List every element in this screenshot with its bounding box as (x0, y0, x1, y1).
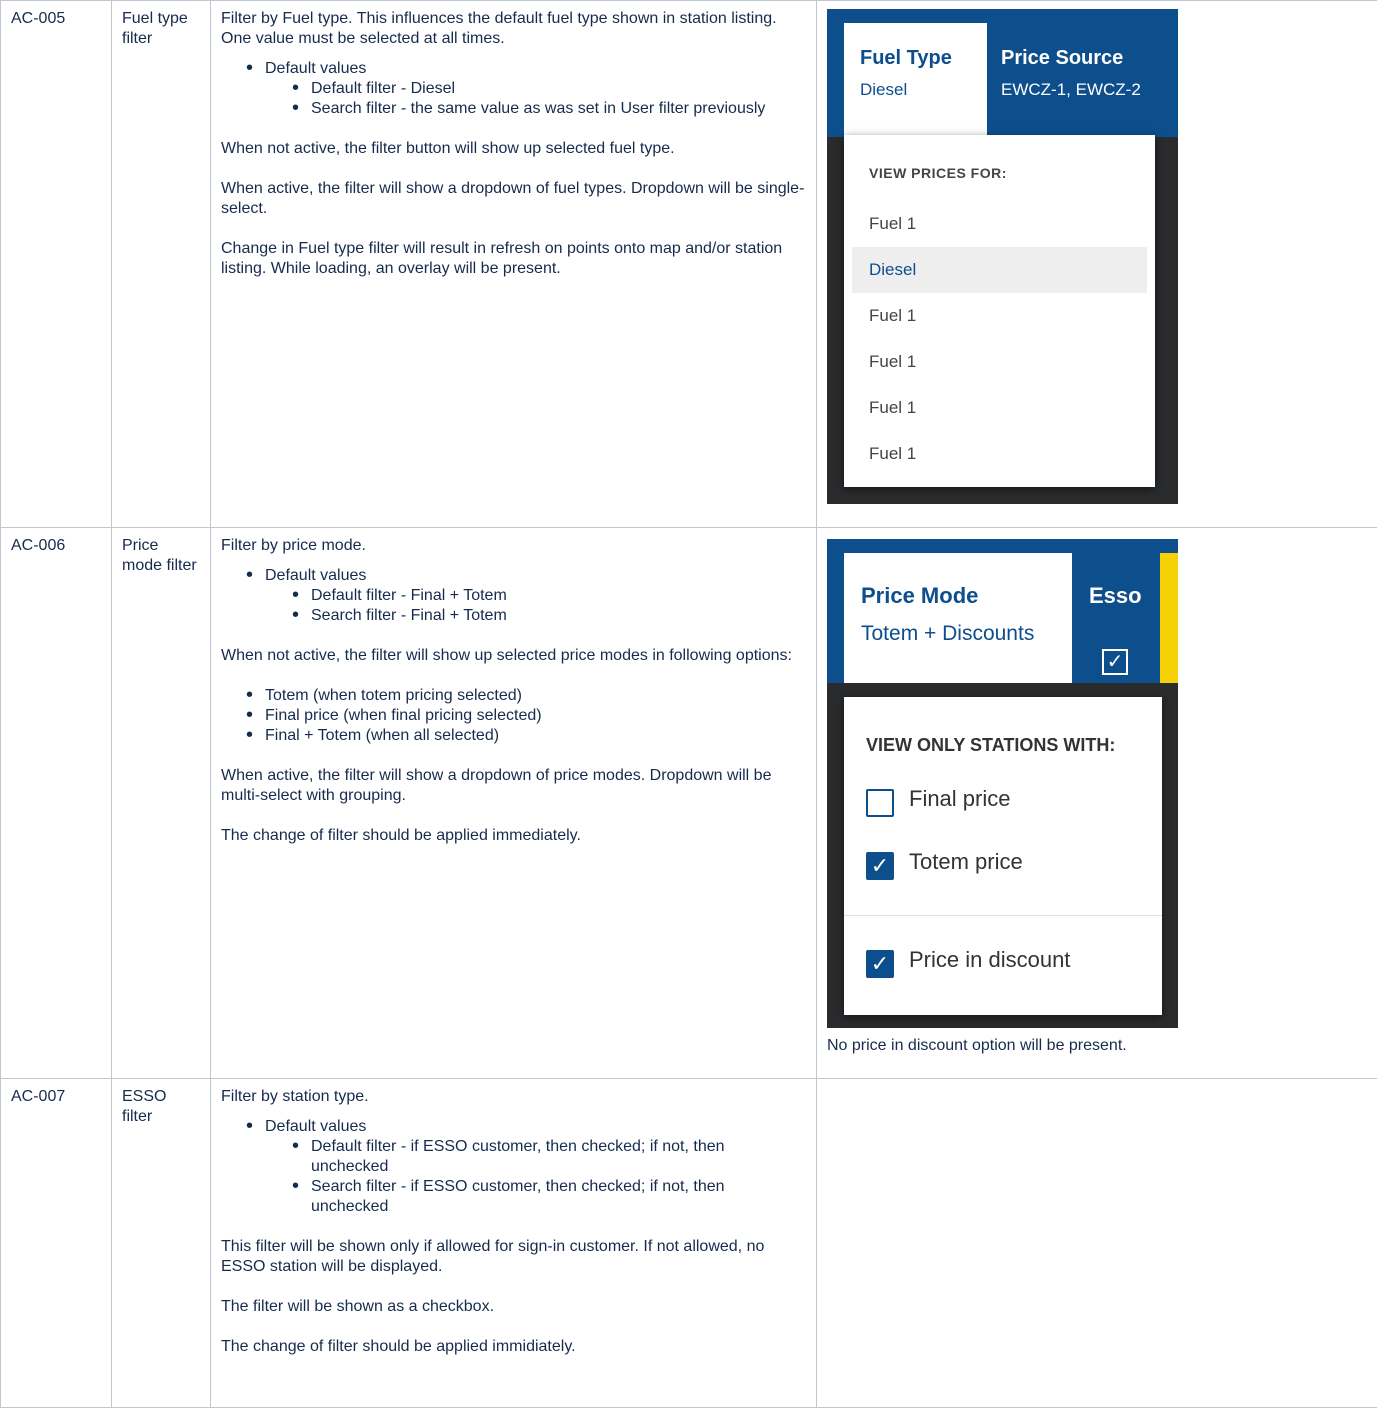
sub-list: Default filter - Final + Totem Search fi… (265, 586, 806, 626)
list-item: Final + Totem (when all selected) (265, 726, 806, 746)
dropdown-option[interactable]: Fuel 1 (844, 201, 1155, 247)
mockup-caption: No price in discount option will be pres… (827, 1036, 1367, 1056)
checkbox-checked[interactable]: ✓ (866, 950, 894, 978)
list-item: Default filter - Final + Totem (311, 586, 806, 606)
default-values-list: Default values Default filter - Final + … (221, 566, 806, 626)
criteria-description: Filter by Fuel type. This influences the… (211, 1, 817, 528)
list-item: Default values Default filter - if ESSO … (265, 1117, 806, 1217)
dropdown-option[interactable]: Fuel 1 (844, 339, 1155, 385)
mockup-cell: Fuel Type Diesel Price Source EWCZ-1, EW… (817, 1, 1377, 528)
price-mode-dropdown: VIEW ONLY STATIONS WITH: Final price ✓ T… (844, 697, 1162, 1015)
price-mode-filter-button[interactable]: Price Mode Totem + Discounts (844, 553, 1072, 683)
description-paragraph: The filter will be shown as a checkbox. (221, 1297, 806, 1317)
option-label: Final price (909, 789, 1010, 809)
criteria-id: AC-005 (1, 1, 112, 528)
esso-checkbox[interactable]: ✓ (1102, 649, 1128, 675)
dropdown-header: VIEW PRICES FOR: (844, 135, 1155, 201)
filter-bar: Fuel Type Diesel Price Source EWCZ-1, EW… (827, 23, 1178, 137)
list-item-label: Default values (265, 1118, 366, 1135)
description-paragraph: The change of filter should be applied i… (221, 1337, 806, 1357)
description-intro: Filter by station type. (221, 1087, 806, 1107)
list-item: Totem (when totem pricing selected) (265, 686, 806, 706)
default-values-list: Default values Default filter - Diesel S… (221, 59, 806, 119)
sub-list: Default filter - Diesel Search filter - … (265, 79, 806, 119)
checkbox-unchecked[interactable] (866, 789, 894, 817)
filter-bar: Price Mode Totem + Discounts Esso ✓ (827, 553, 1178, 683)
esso-filter-label: Esso (1089, 586, 1142, 606)
criteria-id: AC-006 (1, 528, 112, 1079)
list-item: Default filter - Diesel (311, 79, 806, 99)
price-source-filter-button[interactable]: Price Source EWCZ-1, EWCZ-2 (1001, 48, 1141, 100)
description-paragraph: The change of filter should be applied i… (221, 826, 806, 846)
list-item: Search filter - Final + Totem (311, 606, 806, 626)
fuel-type-filter-button[interactable]: Fuel Type Diesel (844, 23, 987, 137)
criteria-description: Filter by price mode. Default values Def… (211, 528, 817, 1079)
list-item: Default filter - if ESSO customer, then … (311, 1137, 806, 1177)
list-item: Final price (when final pricing selected… (265, 706, 806, 726)
description-intro: Filter by Fuel type. This influences the… (221, 9, 806, 49)
description-paragraph: When active, the filter will show a drop… (221, 179, 806, 219)
table-row: AC-006 Price mode filter Filter by price… (1, 528, 1377, 1079)
criteria-id: AC-007 (1, 1079, 112, 1408)
dropdown-option[interactable]: Fuel 1 (844, 293, 1155, 339)
acceptance-criteria-table: AC-005 Fuel type filter Filter by Fuel t… (0, 0, 1377, 1408)
description-paragraph: Change in Fuel type filter will result i… (221, 239, 806, 279)
filter-title: Fuel Type (860, 48, 987, 68)
table-row: AC-007 ESSO filter Filter by station typ… (1, 1079, 1377, 1408)
price-mode-options-list: Totem (when totem pricing selected) Fina… (221, 686, 806, 746)
filter-title: Price Mode (861, 586, 1072, 606)
description-intro: Filter by price mode. (221, 536, 806, 556)
option-label: Totem price (909, 852, 1023, 872)
checkbox-checked[interactable]: ✓ (866, 852, 894, 880)
esso-accent-strip (1160, 553, 1178, 683)
dropdown-option[interactable]: Fuel 1 (844, 431, 1155, 477)
list-item-label: Default values (265, 60, 366, 77)
dropdown-header: VIEW ONLY STATIONS WITH: (844, 697, 1162, 787)
fuel-type-dropdown: VIEW PRICES FOR: Fuel 1 Diesel Fuel 1 Fu… (844, 135, 1155, 487)
description-paragraph: This filter will be shown only if allowe… (221, 1237, 806, 1277)
filter-value: Totem + Discounts (861, 624, 1072, 644)
filter-title: Price Source (1001, 48, 1141, 68)
criteria-name: Price mode filter (112, 528, 211, 1079)
list-item: Default values Default filter - Final + … (265, 566, 806, 626)
sub-list: Default filter - if ESSO customer, then … (265, 1137, 806, 1217)
list-item: Default values Default filter - Diesel S… (265, 59, 806, 119)
fuel-type-mockup: Fuel Type Diesel Price Source EWCZ-1, EW… (827, 9, 1178, 504)
option-label: Price in discount (909, 950, 1070, 970)
default-values-list: Default values Default filter - if ESSO … (221, 1117, 806, 1217)
filter-value: EWCZ-1, EWCZ-2 (1001, 80, 1141, 100)
list-item-label: Default values (265, 567, 366, 584)
top-bar (827, 539, 1178, 553)
filter-value: Diesel (860, 80, 987, 100)
divider (844, 915, 1162, 916)
mockup-cell-empty (817, 1079, 1377, 1408)
description-paragraph: When not active, the filter button will … (221, 139, 806, 159)
criteria-name: Fuel type filter (112, 1, 211, 528)
top-bar (827, 9, 1178, 23)
price-mode-mockup: Price Mode Totem + Discounts Esso ✓ VIEW… (827, 539, 1178, 1028)
mockup-cell: Price Mode Totem + Discounts Esso ✓ VIEW… (817, 528, 1377, 1079)
list-item: Search filter - the same value as was se… (311, 99, 806, 119)
dropdown-option[interactable]: Fuel 1 (844, 385, 1155, 431)
criteria-description: Filter by station type. Default values D… (211, 1079, 817, 1408)
description-paragraph: When active, the filter will show a drop… (221, 766, 806, 806)
list-item: Search filter - if ESSO customer, then c… (311, 1177, 806, 1217)
criteria-name: ESSO filter (112, 1079, 211, 1408)
description-paragraph: When not active, the filter will show up… (221, 646, 806, 666)
dropdown-option-selected[interactable]: Diesel (852, 247, 1147, 293)
table-row: AC-005 Fuel type filter Filter by Fuel t… (1, 1, 1377, 528)
